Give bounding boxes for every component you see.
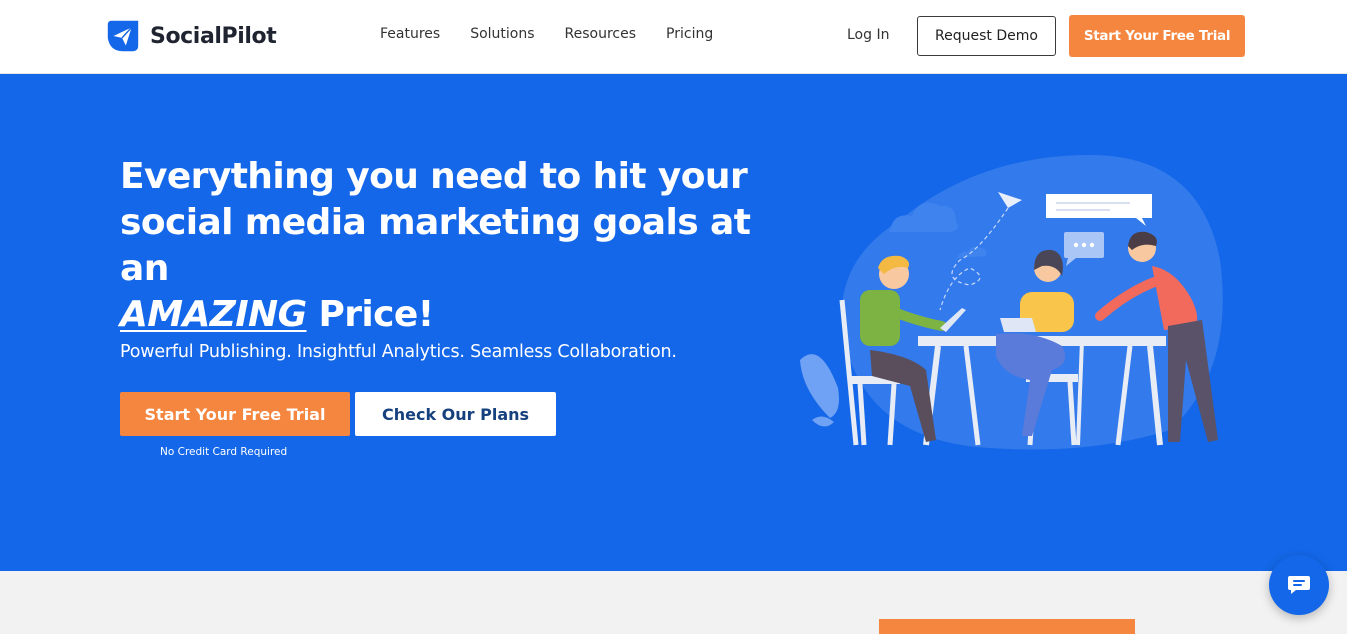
hero-subline: Powerful Publishing. Insightful Analytic… <box>120 342 677 362</box>
headline-emphasis: AMAZING <box>120 294 307 335</box>
hero-section: Everything you need to hit your social m… <box>0 74 1347 571</box>
hero-headline: Everything you need to hit your social m… <box>120 154 800 338</box>
nav-item-resources[interactable]: Resources <box>565 26 637 42</box>
main-nav: Features Solutions Resources Pricing <box>380 26 713 42</box>
no-credit-card-note: No Credit Card Required <box>160 446 288 458</box>
nav-item-solutions[interactable]: Solutions <box>470 26 534 42</box>
start-trial-hero-button[interactable]: Start Your Free Trial <box>120 392 350 436</box>
chat-launcher-button[interactable] <box>1269 555 1329 615</box>
request-demo-button[interactable]: Request Demo <box>917 16 1056 56</box>
team-collaboration-illustration <box>800 155 1223 450</box>
logo[interactable]: SocialPilot <box>104 16 277 56</box>
start-trial-header-button[interactable]: Start Your Free Trial <box>1069 15 1245 57</box>
nav-item-features[interactable]: Features <box>380 26 440 42</box>
paper-plane-icon <box>107 20 139 52</box>
site-header: SocialPilot Features Solutions Resources… <box>0 0 1347 74</box>
bottom-accent-bar <box>879 619 1135 634</box>
logo-text: SocialPilot <box>150 23 277 49</box>
headline-line-1: Everything you need to hit your <box>120 156 748 197</box>
login-link[interactable]: Log In <box>847 27 889 43</box>
chat-icon <box>1288 576 1310 594</box>
headline-end: Price! <box>306 294 434 335</box>
check-plans-button[interactable]: Check Our Plans <box>355 392 556 436</box>
nav-item-pricing[interactable]: Pricing <box>666 26 713 42</box>
headline-line-2: social media marketing goals at an <box>120 202 751 289</box>
